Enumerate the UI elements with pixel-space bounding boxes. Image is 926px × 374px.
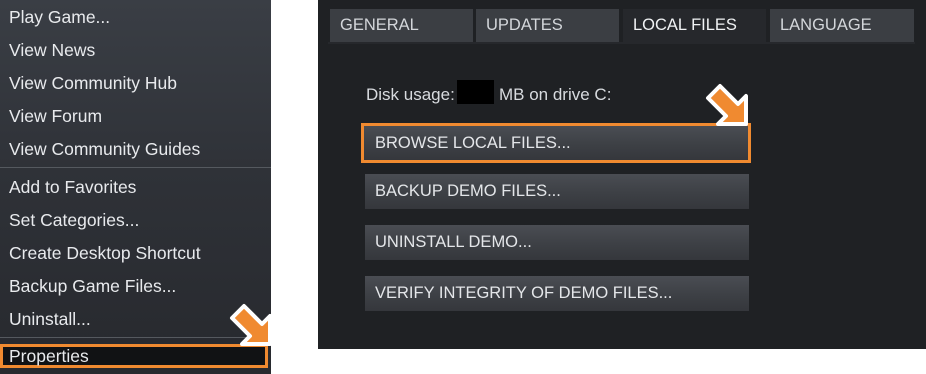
backup-demo-files-button[interactable]: BACKUP DEMO FILES... [365,174,749,209]
disk-usage-suffix: MB on drive C: [499,85,612,104]
uninstall-demo-button[interactable]: UNINSTALL DEMO... [365,225,749,260]
pointer-arrow-icon [230,304,272,346]
tab-general[interactable]: GENERAL [330,9,473,42]
menu-item-create-desktop-shortcut[interactable]: Create Desktop Shortcut [9,243,201,263]
menu-separator [0,167,271,168]
tab-updates[interactable]: UPDATES [476,9,619,42]
menu-item-view-news[interactable]: View News [9,40,95,60]
menu-item-add-to-favorites[interactable]: Add to Favorites [9,177,136,197]
menu-item-view-forum[interactable]: View Forum [9,106,102,126]
tab-local-files[interactable]: LOCAL FILES [623,9,766,42]
menu-item-set-categories[interactable]: Set Categories... [9,210,139,230]
menu-item-view-community-guides[interactable]: View Community Guides [9,139,200,159]
menu-item-play-game[interactable]: Play Game... [9,7,110,27]
tab-language[interactable]: LANGUAGE [770,9,914,42]
pointer-arrow-icon [706,84,748,126]
menu-item-properties[interactable]: Properties [9,346,89,366]
verify-integrity-button[interactable]: VERIFY INTEGRITY OF DEMO FILES... [365,276,749,311]
disk-usage-label: Disk usage: [366,85,455,104]
screenshot-canvas: Play Game... View News View Community Hu… [0,0,926,374]
menu-item-view-community-hub[interactable]: View Community Hub [9,73,177,93]
disk-usage-redacted-value [457,80,494,104]
menu-item-backup-game-files[interactable]: Backup Game Files... [9,276,176,296]
menu-item-uninstall[interactable]: Uninstall... [9,309,91,329]
browse-local-files-button[interactable]: BROWSE LOCAL FILES... [361,123,751,163]
tabs-underline [328,42,915,44]
